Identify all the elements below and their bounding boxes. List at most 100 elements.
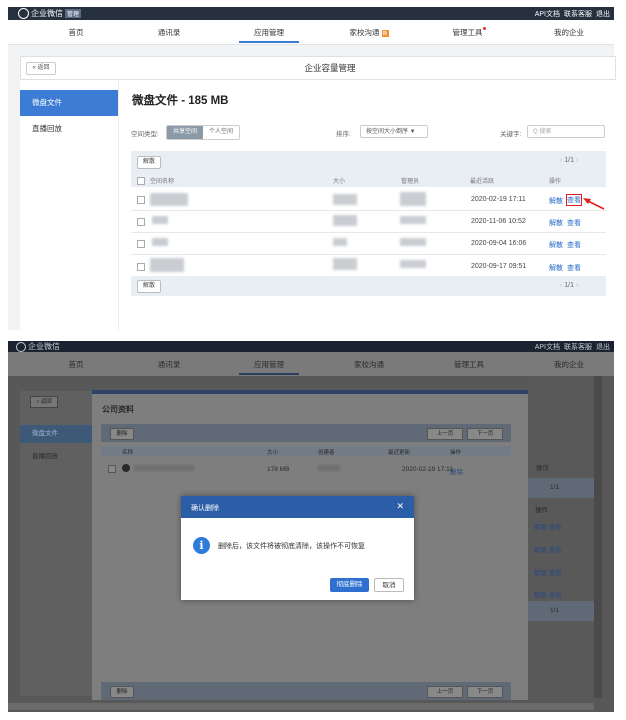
red-arrow-annotation-icon: [583, 198, 605, 210]
api-docs-link[interactable]: API文档: [535, 342, 560, 352]
nav-contacts[interactable]: 通讯录: [139, 359, 199, 370]
col-admin: 管理员: [401, 179, 420, 185]
main-nav: 首页 通讯录 应用管理 家校沟通 新 管理工具 我的企业: [8, 20, 614, 45]
next-page-button-bottom[interactable]: 下一页: [467, 686, 503, 698]
dialog-message: 删除后，该文件将被彻底清除，该操作不可恢复: [218, 543, 365, 550]
sidebar-item-live-replay[interactable]: 直播回放: [32, 450, 58, 460]
dissolve-link[interactable]: 解散: [549, 218, 563, 228]
redacted-size: [333, 238, 347, 246]
view-link[interactable]: 查看: [567, 218, 581, 228]
horizontal-scrollbar[interactable]: [8, 703, 594, 710]
delete-button[interactable]: 删除: [110, 428, 134, 440]
dialog-title: 确认删除: [191, 505, 219, 512]
next-page-button[interactable]: 下一页: [467, 428, 503, 440]
pager-top[interactable]: ‹ 1/1 ›: [560, 157, 578, 164]
sidebar-item-drive-files[interactable]: 微盘文件: [20, 425, 94, 443]
tab-personal-space[interactable]: 个人空间: [203, 126, 239, 139]
brand-name: 企业微信: [28, 342, 60, 351]
red-dot-icon: [482, 27, 486, 30]
nav-home-school[interactable]: 家校沟通: [339, 359, 399, 370]
row-checkbox[interactable]: [137, 196, 145, 204]
row-actions[interactable]: 解散 查看: [534, 567, 562, 577]
redacted-name: [150, 193, 188, 206]
nav-app-management[interactable]: 应用管理: [239, 27, 299, 43]
brand-logo[interactable]: 企业微信: [16, 341, 60, 352]
col-actions: 操作: [536, 465, 549, 472]
back-button[interactable]: « 返回: [26, 62, 56, 75]
nav-home[interactable]: 首页: [46, 27, 106, 38]
back-button[interactable]: « 返回: [30, 396, 58, 408]
folder-modal-topbar: [92, 390, 528, 394]
nav-app-management[interactable]: 应用管理: [239, 359, 299, 375]
folder-modal-title: 公司资料: [102, 405, 134, 414]
brand-logo[interactable]: 企业微信 管理: [18, 8, 82, 19]
delete-button-bottom[interactable]: 删除: [110, 686, 134, 698]
sidebar-item-live-replay[interactable]: 直播回放: [20, 116, 118, 142]
dissolve-link[interactable]: 解散: [549, 240, 563, 250]
wecom-logo-icon: [18, 8, 29, 19]
redacted-name: [134, 465, 194, 471]
view-link[interactable]: 查看: [567, 263, 581, 273]
bottom-header-bar: 企业微信 API文档 联系客服 退出: [8, 341, 614, 352]
row-actions[interactable]: 解散 查看: [534, 589, 562, 599]
logout-link[interactable]: 退出: [596, 9, 610, 19]
table-toolbar: [528, 478, 594, 498]
row-checkbox[interactable]: [137, 218, 145, 226]
sort-select[interactable]: 按空间大小倒序 ▼: [360, 125, 428, 138]
pager-text: 1/1: [564, 282, 575, 289]
nav-home-school[interactable]: 家校沟通 新: [339, 27, 399, 38]
col-last-updated: 最近更新: [388, 450, 411, 456]
logout-link[interactable]: 退出: [596, 342, 610, 352]
new-tag-icon: 新: [381, 29, 389, 37]
last-updated: 2020-02-19 17:11: [402, 466, 453, 473]
pager-text: 1/1: [564, 157, 575, 164]
search-input[interactable]: Q 搜索: [527, 125, 605, 138]
confirm-delete-button[interactable]: 彻底删除: [330, 578, 369, 592]
dissolve-link[interactable]: 解散: [549, 263, 563, 273]
last-active: 2020-09-04 16:06: [471, 240, 527, 247]
cancel-button[interactable]: 取消: [374, 578, 404, 592]
contact-support-link[interactable]: 联系客服: [564, 342, 592, 352]
pager-bottom[interactable]: ‹ 1/1 ›: [560, 282, 578, 289]
vertical-scrollbar[interactable]: [594, 376, 602, 698]
row-checkbox[interactable]: [108, 465, 116, 473]
nav-home[interactable]: 首页: [46, 359, 106, 370]
redacted-size: [333, 215, 357, 226]
row-checkbox[interactable]: [137, 263, 145, 271]
row-checkbox[interactable]: [137, 240, 145, 248]
redacted-size: [333, 258, 357, 270]
prev-page-button-bottom[interactable]: 上一页: [427, 686, 463, 698]
row-actions[interactable]: 解散 查看: [534, 521, 562, 531]
dissolve-button[interactable]: 解散: [137, 156, 161, 169]
next-page-icon[interactable]: ›: [574, 282, 578, 289]
nav-my-company[interactable]: 我的企业: [539, 359, 599, 370]
col-actions: 操作: [535, 507, 548, 514]
nav-contacts[interactable]: 通讯录: [139, 27, 199, 38]
dissolve-button-bottom[interactable]: 解散: [137, 280, 161, 293]
col-actions: 操作: [450, 450, 462, 456]
section-heading: 微盘文件 - 185 MB: [132, 95, 229, 107]
redacted-name: [152, 238, 168, 246]
next-page-icon[interactable]: ›: [574, 157, 578, 164]
sidebar-item-drive-files[interactable]: 微盘文件: [20, 90, 118, 116]
last-active: 2020-11-06 10:52: [471, 218, 526, 225]
space-type-label: 空间类型:: [131, 131, 159, 138]
view-link[interactable]: 查看: [566, 194, 582, 206]
contact-support-link[interactable]: 联系客服: [564, 9, 592, 19]
dissolve-link[interactable]: 解散: [549, 196, 563, 206]
tab-shared-space[interactable]: 共享空间: [167, 126, 204, 139]
row-actions[interactable]: 解散 查看: [534, 544, 562, 554]
close-icon[interactable]: ✕: [396, 501, 404, 512]
col-last-active: 最近活跃: [470, 179, 495, 185]
prev-page-button[interactable]: 上一页: [427, 428, 463, 440]
row-divider: [131, 232, 606, 233]
col-size: 大小: [333, 179, 346, 185]
nav-management-tools[interactable]: 管理工具: [439, 359, 499, 370]
nav-management-tools[interactable]: 管理工具: [439, 27, 499, 38]
nav-my-company[interactable]: 我的企业: [539, 27, 599, 38]
delete-link[interactable]: 删除: [450, 466, 463, 476]
select-all-checkbox[interactable]: [137, 177, 145, 185]
api-docs-link[interactable]: API文档: [535, 9, 560, 19]
view-link[interactable]: 查看: [567, 240, 581, 250]
keyword-label: 关键字:: [500, 131, 522, 138]
